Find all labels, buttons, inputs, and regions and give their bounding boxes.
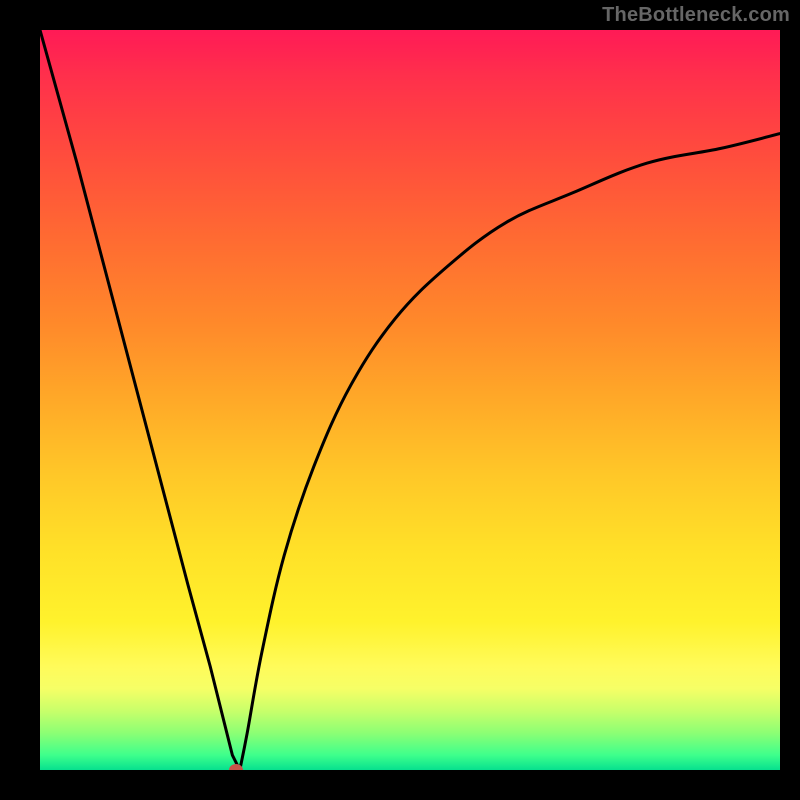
- chart-frame: TheBottleneck.com: [0, 0, 800, 800]
- curve-right-branch: [240, 134, 780, 770]
- curve-left-branch: [40, 30, 240, 770]
- plot-area: [40, 30, 780, 770]
- bottleneck-curve: [40, 30, 780, 770]
- watermark-text: TheBottleneck.com: [602, 4, 790, 27]
- minimum-marker: [229, 764, 243, 770]
